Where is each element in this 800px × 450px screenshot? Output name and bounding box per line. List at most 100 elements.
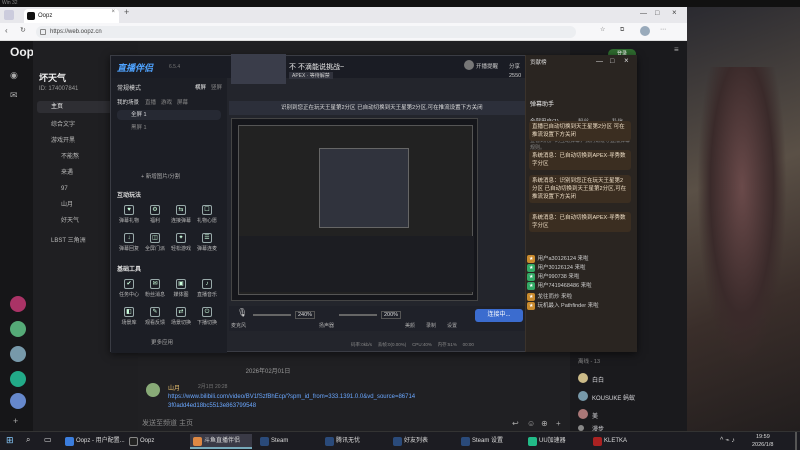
tool-basic-7[interactable]: ⏻ 下播切换 [195,307,219,326]
record-button[interactable]: 录制 [426,322,436,329]
profile-icon[interactable] [640,26,650,36]
scene-item-0[interactable]: 全屏 1 [117,110,221,120]
stream-cover[interactable] [231,54,286,84]
tool-interactive-0[interactable]: ♥ 弹幕礼物 [117,205,141,224]
stream-preview[interactable] [231,118,478,301]
taskbar-item-2[interactable]: 斗鱼直播伴侣 [190,434,252,449]
site-info-icon[interactable] [40,29,46,35]
scene-tab-0[interactable]: 我的场景 [117,98,139,106]
beauty-button[interactable]: 美颜 [405,322,415,329]
tool-interactive-6[interactable]: ✦ 轻松游戏 [169,233,193,252]
close-assistant-icon[interactable]: × [624,57,629,65]
taskbar-item-5[interactable]: 好友列表 [390,434,442,449]
server-avatar-3[interactable] [10,346,26,362]
member-avatar[interactable] [578,391,588,401]
scene-item-1[interactable]: 黑屏 1 [117,123,221,133]
message-avatar[interactable] [146,383,160,397]
close-tab-icon[interactable]: × [111,9,115,15]
refresh-icon[interactable]: ↻ [20,27,26,34]
new-tab-icon[interactable]: + [124,8,129,17]
url-field[interactable]: https://web.oopz.cn [36,26,576,38]
tool-basic-6[interactable]: ⇄ 场景切换 [169,307,193,326]
taskbar-item-1[interactable]: Oopz [126,434,180,449]
scene-tab-2[interactable]: 游戏 [161,98,172,106]
taskbar-item-4[interactable]: 腾讯无忧 [322,434,374,449]
add-scene-button[interactable]: + 新增图片/分割 [141,172,180,180]
add-server-icon[interactable]: + [13,417,18,426]
tool-interactive-3[interactable]: ☐ 礼物心愿 [195,205,219,224]
message-input[interactable]: 发送至频道 主页 [142,418,522,429]
streamer-avatar[interactable] [464,60,474,70]
server-avatar-2[interactable] [10,321,26,337]
discover-icon[interactable]: ◉ [10,71,18,80]
taskbar-item-0[interactable]: Oopz - 用户配置... [62,434,125,449]
member-name[interactable]: 美 [592,411,598,420]
task-view-icon[interactable]: ▭ [44,436,52,444]
tool-interactive-7[interactable]: ☰ 弹幕连麦 [195,233,219,252]
tool-interactive-4[interactable]: ↓ 弹幕回复 [117,233,141,252]
tab-landscape[interactable]: 横屏 [195,83,206,91]
tray-icons[interactable]: ^ ⌁ ♪ [720,437,735,444]
tool-interactive-2[interactable]: ⇆ 连接弹幕 [169,205,193,224]
chat-user[interactable]: 玩机最入 [537,303,559,309]
member-avatar[interactable] [578,373,588,383]
member-name[interactable]: 白白 [592,375,604,384]
share-button[interactable]: 分享 [509,62,520,70]
add-icon[interactable]: + [556,420,561,428]
maximize-icon[interactable]: □ [655,10,659,17]
member-toggle-icon[interactable]: ≡ [674,46,679,54]
settings-button[interactable]: 设置 [447,322,457,329]
attach-icon[interactable]: ⊕ [541,420,548,428]
more-icon[interactable]: ⋯ [660,27,666,33]
emoji-icon[interactable]: ☺ [527,420,535,428]
member-name[interactable]: KOUSUKE 蚂蚁 [592,393,635,402]
server-avatar-1[interactable] [10,296,26,312]
speaker-slider[interactable] [339,314,377,316]
minimize-icon[interactable]: — [640,10,647,17]
taskbar-item-6[interactable]: Steam 设置 [458,434,510,449]
mic-slider[interactable] [253,314,291,316]
clock-date[interactable]: 2026/1/8 [752,442,773,448]
tool-basic-3[interactable]: ♪ 直播音乐 [195,279,219,298]
mode-label[interactable]: 常规模式 [117,83,141,92]
remind-button[interactable]: 开播提醒 [476,62,498,70]
extensions-icon[interactable]: ⧉ [620,27,624,33]
maximize-assistant-icon[interactable]: □ [610,58,614,65]
tab-portrait[interactable]: 竖屏 [211,83,222,91]
messages-icon[interactable]: ✉ [10,91,18,100]
tool-basic-1[interactable]: ✉ 粉丝消息 [143,279,167,298]
stream-tag[interactable]: APEX · 等待解禁 [289,72,333,79]
message-link[interactable]: https://www.bilibili.com/video/BV1fSzfBh… [168,393,418,411]
search-icon[interactable]: ⌕ [26,436,30,444]
speaker-value[interactable]: 200% [381,311,402,319]
reply-icon[interactable]: ↩ [512,420,519,428]
taskbar-item-8[interactable]: KLETKA [590,434,642,449]
minimize-assistant-icon[interactable]: — [596,58,603,65]
more-apps-link[interactable]: 更多应用 [151,338,173,346]
taskbar-item-3[interactable]: Steam [257,434,307,449]
chat-user[interactable]: 用户990738 [537,274,566,280]
tool-interactive-1[interactable]: ⚙ 福利 [143,205,167,224]
browser-tab[interactable]: Oopz × [24,9,119,23]
chat-user[interactable]: 用户30126124 [537,265,572,271]
chat-user[interactable]: 用户7419468486 [537,283,579,289]
close-window-icon[interactable]: × [672,9,677,17]
tab-actions-icon[interactable] [4,10,14,20]
tool-basic-2[interactable]: ▣ 媒体图 [169,279,193,298]
server-avatar-4[interactable] [10,371,26,387]
taskbar-item-7[interactable]: UU加速器 [525,434,583,449]
scene-tab-1[interactable]: 直播 [145,98,156,106]
message-user[interactable]: 山月 [168,383,180,392]
mic-value[interactable]: 240% [295,311,316,319]
back-icon[interactable]: ‹ [5,27,8,35]
tool-basic-4[interactable]: ◧ 场景库 [117,307,141,326]
mic-icon[interactable]: 🎙 [237,309,247,317]
tool-basic-5[interactable]: ✎ 观看反馈 [143,307,167,326]
scene-tab-3[interactable]: 屏幕 [177,98,188,106]
tool-basic-0[interactable]: ✔ 任务中心 [117,279,141,298]
tool-interactive-5[interactable]: ◫ 全屏门派 [143,233,167,252]
start-stream-button[interactable]: 连接中... [475,309,523,322]
start-icon[interactable]: ⊞ [6,436,14,445]
stream-title[interactable]: 不 不滴能说挑战~ [289,62,344,72]
clock-time[interactable]: 19:59 [756,434,770,440]
